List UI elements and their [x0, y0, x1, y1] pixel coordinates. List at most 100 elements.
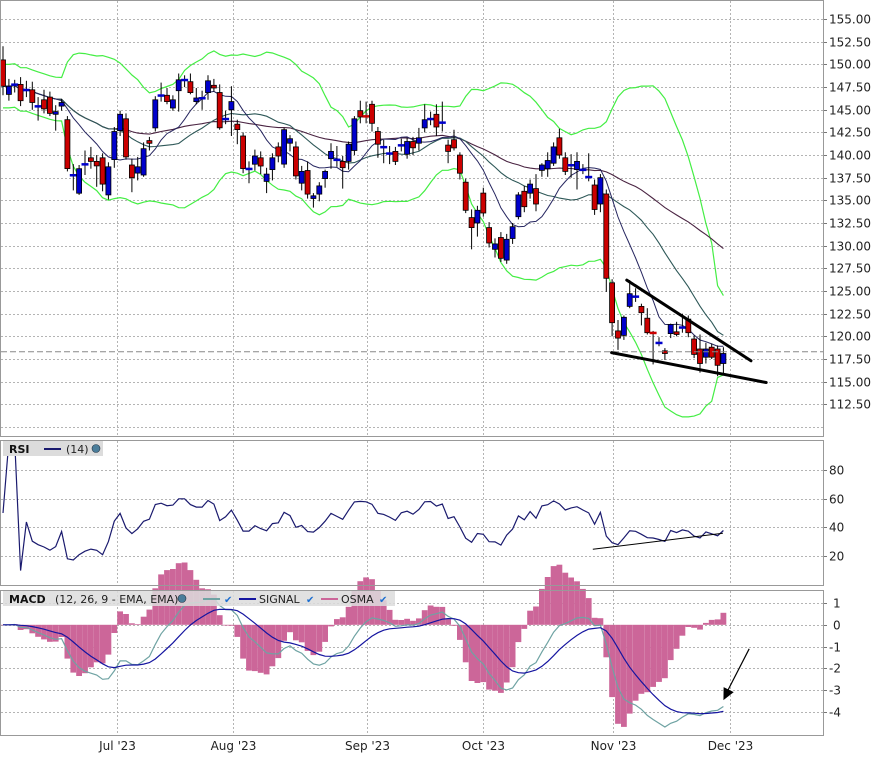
candle[interactable]: [111, 127, 118, 168]
candle[interactable]: [527, 179, 533, 199]
candle[interactable]: [632, 288, 640, 302]
candle[interactable]: [515, 192, 522, 220]
candle[interactable]: [251, 149, 258, 171]
candle[interactable]: [521, 185, 528, 213]
candle[interactable]: [193, 88, 200, 105]
macd-line-checkbox[interactable]: ✔: [224, 595, 232, 606]
candle[interactable]: [6, 78, 12, 101]
candle[interactable]: [550, 142, 557, 166]
candle[interactable]: [34, 97, 42, 121]
signal-checkbox[interactable]: ✔: [306, 595, 314, 606]
candle[interactable]: [269, 153, 276, 181]
candle[interactable]: [579, 164, 587, 175]
candle[interactable]: [292, 141, 299, 180]
candle[interactable]: [187, 73, 194, 95]
candle[interactable]: [123, 113, 129, 160]
candle[interactable]: [316, 182, 323, 202]
candle[interactable]: [374, 127, 381, 158]
candle[interactable]: [157, 82, 165, 102]
candle[interactable]: [486, 222, 493, 248]
candle[interactable]: [22, 80, 30, 98]
candle[interactable]: [181, 75, 189, 88]
candle[interactable]: [497, 232, 504, 262]
candle[interactable]: [105, 162, 112, 200]
candle[interactable]: [205, 75, 211, 100]
candle[interactable]: [386, 146, 394, 165]
candle[interactable]: [328, 143, 334, 169]
candle[interactable]: [52, 105, 59, 131]
candle[interactable]: [351, 116, 358, 156]
candle[interactable]: [691, 335, 697, 359]
candle[interactable]: [539, 163, 545, 177]
candle[interactable]: [41, 89, 47, 114]
candle[interactable]: [339, 156, 346, 189]
candle[interactable]: [310, 193, 317, 208]
candle[interactable]: [134, 156, 141, 181]
candle[interactable]: [81, 150, 89, 176]
candle[interactable]: [164, 88, 170, 105]
candle[interactable]: [99, 153, 106, 192]
candle[interactable]: [703, 342, 709, 364]
candle[interactable]: [263, 167, 270, 194]
candle[interactable]: [146, 136, 153, 151]
candle[interactable]: [198, 90, 206, 110]
candle[interactable]: [480, 187, 487, 217]
candle[interactable]: [88, 146, 94, 169]
candle[interactable]: [128, 158, 135, 193]
candle[interactable]: [451, 129, 457, 151]
candle[interactable]: [257, 151, 264, 175]
candle[interactable]: [140, 142, 147, 177]
candle[interactable]: [333, 146, 341, 167]
candle[interactable]: [304, 161, 311, 199]
candle[interactable]: [275, 142, 282, 163]
macd-settings-icon[interactable]: [177, 594, 187, 603]
macd-panel[interactable]: [0, 562, 750, 728]
candle[interactable]: [562, 152, 569, 175]
candle[interactable]: [667, 323, 674, 339]
candle[interactable]: [234, 119, 241, 145]
candle[interactable]: [76, 165, 82, 195]
candle[interactable]: [322, 169, 329, 188]
candle[interactable]: [427, 111, 435, 126]
candle[interactable]: [281, 127, 288, 168]
osma-checkbox[interactable]: ✔: [379, 595, 387, 606]
rsi-panel[interactable]: [2, 440, 724, 571]
candle[interactable]: [175, 73, 182, 112]
candle[interactable]: [644, 308, 651, 335]
candle[interactable]: [503, 233, 510, 264]
candle[interactable]: [433, 104, 440, 136]
candle[interactable]: [169, 95, 176, 111]
candle[interactable]: [287, 135, 293, 152]
candle[interactable]: [468, 209, 475, 250]
candle[interactable]: [609, 279, 615, 337]
candle[interactable]: [210, 78, 217, 92]
candle[interactable]: [415, 127, 422, 151]
candle[interactable]: [533, 174, 539, 212]
price-panel[interactable]: [0, 46, 824, 418]
rsi-trendline[interactable]: [592, 532, 723, 550]
candle[interactable]: [216, 84, 223, 130]
candle[interactable]: [240, 132, 247, 174]
candle[interactable]: [298, 165, 305, 191]
candle[interactable]: [474, 205, 481, 237]
candle[interactable]: [69, 164, 77, 191]
candle[interactable]: [597, 174, 604, 213]
candle[interactable]: [93, 155, 100, 187]
candle[interactable]: [603, 189, 610, 292]
candle[interactable]: [152, 96, 159, 132]
candle[interactable]: [662, 348, 668, 360]
candle[interactable]: [638, 303, 645, 326]
candle[interactable]: [585, 153, 593, 182]
candle[interactable]: [615, 320, 621, 350]
candle[interactable]: [655, 337, 663, 347]
candle[interactable]: [64, 116, 71, 172]
candle[interactable]: [362, 101, 370, 124]
candle[interactable]: [556, 128, 563, 159]
candle[interactable]: [29, 81, 36, 110]
candle[interactable]: [591, 179, 598, 215]
candle[interactable]: [397, 138, 405, 152]
candle[interactable]: [492, 238, 498, 258]
rsi-settings-icon[interactable]: [91, 444, 101, 453]
candle[interactable]: [462, 178, 469, 214]
candle[interactable]: [421, 104, 428, 133]
